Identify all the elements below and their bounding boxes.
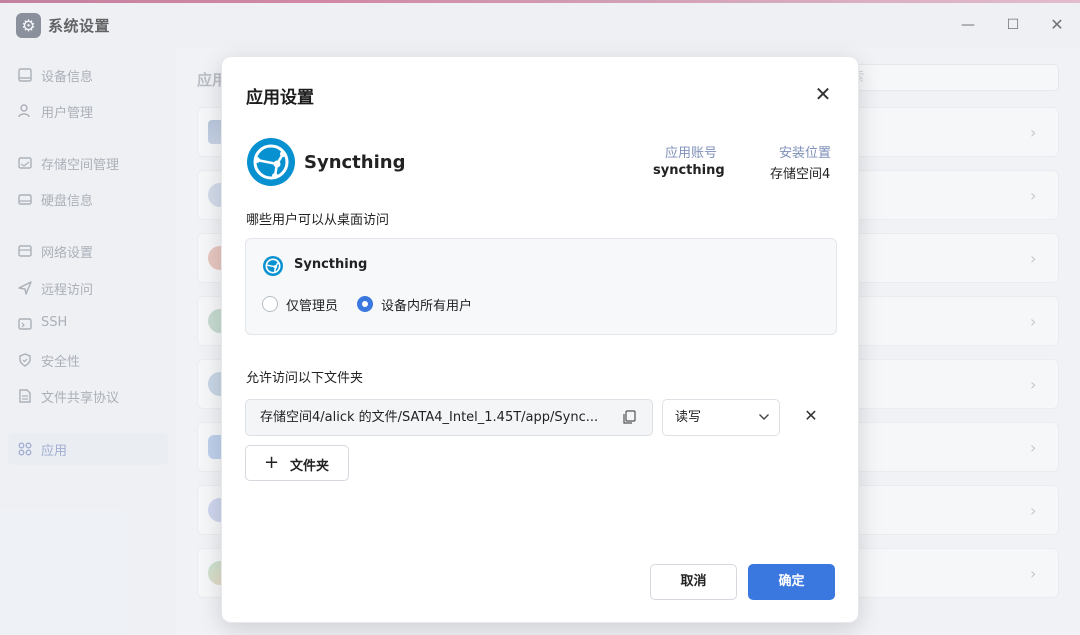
add-folder-button[interactable]: + 文件夹: [245, 445, 349, 481]
app-account-value: syncthing: [653, 163, 725, 178]
app-account-label: 应用账号: [665, 146, 718, 161]
cancel-button[interactable]: 取消: [650, 564, 737, 600]
all-users-label[interactable]: 设备内所有用户: [381, 295, 472, 314]
plus-icon: +: [264, 452, 280, 473]
syncthing-logo-icon: [263, 256, 283, 276]
admin-only-radio[interactable]: [262, 296, 278, 312]
all-users-radio[interactable]: [357, 296, 373, 312]
syncthing-logo-icon: [247, 138, 295, 186]
install-location-label: 安装位置: [779, 146, 832, 161]
admin-only-label[interactable]: 仅管理员: [286, 295, 338, 314]
permission-select[interactable]: 读写: [662, 399, 780, 436]
desktop-access-panel: Syncthing 仅管理员 设备内所有用户: [245, 238, 837, 335]
folder-path-field[interactable]: 存储空间4/alick 的文件/SATA4_Intel_1.45T/app/Sy…: [245, 399, 653, 436]
app-settings-dialog: 应用设置 ✕ Syncthing 应用账号 syncthing 安装位置 存储空…: [221, 56, 859, 623]
add-folder-label: 文件夹: [290, 459, 330, 474]
install-location-value: 存储空间4: [770, 167, 831, 182]
remove-folder-button[interactable]: ✕: [802, 407, 820, 425]
confirm-button[interactable]: 确定: [748, 564, 835, 600]
app-name: Syncthing: [304, 152, 406, 173]
access-app-name: Syncthing: [294, 257, 368, 272]
chevron-down-icon: [759, 414, 769, 420]
folder-access-heading: 允许访问以下文件夹: [246, 371, 364, 386]
desktop-access-heading: 哪些用户可以从桌面访问: [246, 213, 390, 228]
permission-value: 读写: [675, 410, 702, 425]
copy-icon[interactable]: [622, 410, 636, 424]
dialog-close-button[interactable]: ✕: [812, 83, 834, 105]
dialog-title: 应用设置: [246, 88, 314, 108]
